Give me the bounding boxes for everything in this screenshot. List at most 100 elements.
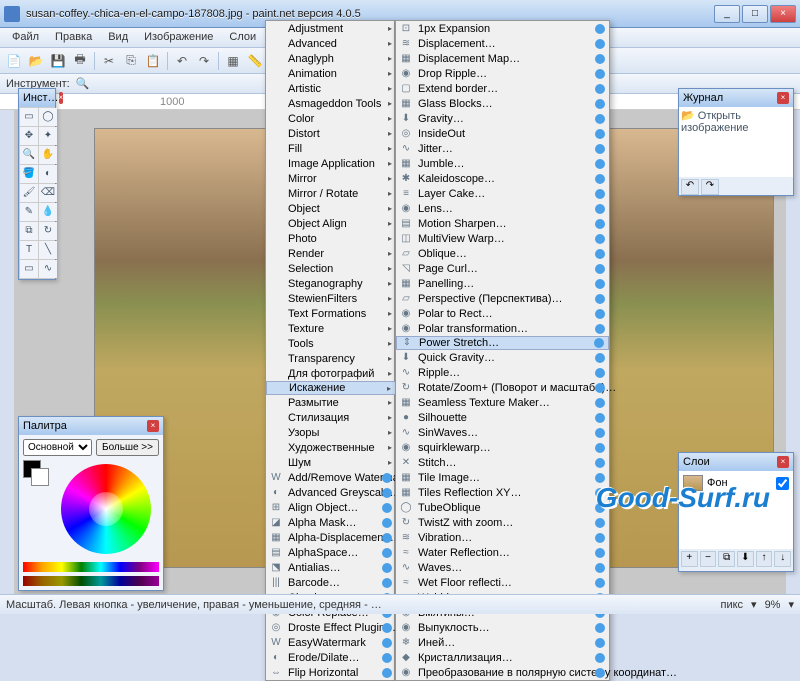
menu-item[interactable]: Стилизация▸ [266,410,396,425]
unit-label[interactable]: пикс [720,599,743,611]
menu-item[interactable]: ∿Waves… [396,560,609,575]
menu-item[interactable]: ▦Seamless Texture Maker… [396,395,609,410]
menu-item[interactable]: WAdd/Remove Watermark… [266,470,396,485]
redo-button[interactable]: ↷ [194,51,214,71]
menu-item[interactable]: ⬇Quick Gravity… [396,350,609,365]
print-button[interactable]: 🖶 [70,51,90,71]
menu-item[interactable]: Advanced▸ [266,36,396,51]
menu-item[interactable]: ▦Jumble… [396,156,609,171]
rect-select-tool[interactable]: ▭ [20,108,38,126]
menu-item[interactable]: Размытие▸ [266,395,396,410]
menu-item[interactable]: ≋Vibration… [396,530,609,545]
menu-item[interactable]: ⇔Flip Horizontal [266,665,396,680]
menu-item[interactable]: ◉squirklewarp… [396,440,609,455]
menu-item[interactable]: ◉Polar to Rect… [396,306,609,321]
minimize-button[interactable]: _ [714,5,740,23]
menu-item[interactable]: ⊡1px Expansion [396,21,609,36]
shape-tool[interactable]: ▭ [20,260,38,278]
move-tool[interactable]: ✥ [20,127,38,145]
open-button[interactable]: 📂 [26,51,46,71]
menu-item[interactable]: ◎InsideOut [396,126,609,141]
menu-item[interactable]: ⇕Power Stretch… [396,336,609,350]
text-tool[interactable]: T [20,241,38,259]
menu-item[interactable]: Animation▸ [266,66,396,81]
menu-item[interactable]: Render▸ [266,246,396,261]
menu-item[interactable]: Photo▸ [266,231,396,246]
curve-tool[interactable]: ∿ [39,260,57,278]
layer-up-button[interactable]: ↑ [756,551,773,567]
copy-button[interactable]: ⎘ [121,51,141,71]
menu-item[interactable]: ◉Lens… [396,201,609,216]
menu-item[interactable]: Художественные▸ [266,440,396,455]
clone-tool[interactable]: ⧉ [20,222,38,240]
menu-item[interactable]: ◯TubeOblique [396,500,609,515]
menu-item[interactable]: ◆Кристаллизация… [396,650,609,665]
add-layer-button[interactable]: + [681,551,698,567]
close-icon[interactable]: × [777,92,789,104]
menu-item[interactable]: StewienFilters▸ [266,291,396,306]
menu-item[interactable]: ▦Panelling… [396,276,609,291]
menu-item[interactable]: ✕Stitch… [396,455,609,470]
menu-item[interactable]: ▦Tiles Reflection XY… [396,485,609,500]
menu-item[interactable]: ▤Motion Sharpen… [396,216,609,231]
menu-item[interactable]: ▱Oblique… [396,246,609,261]
menu-item[interactable]: Asmageddon Tools▸ [266,96,396,111]
menu-item[interactable]: ◉Drop Ripple… [396,66,609,81]
layer-row[interactable]: Фон [681,473,791,493]
grid-button[interactable]: ▦ [223,51,243,71]
menu-item[interactable]: ↻TwistZ with zoom… [396,515,609,530]
menu-item[interactable]: ◫MultiView Warp… [396,231,609,246]
menu-item[interactable]: Object Align▸ [266,216,396,231]
menu-item[interactable]: ∿SinWaves… [396,425,609,440]
menu-item[interactable]: Transparency▸ [266,351,396,366]
menu-item[interactable]: Image Application▸ [266,156,396,171]
menu-item[interactable]: ●Silhouette [396,410,609,425]
zoom-tool[interactable]: 🔍 [20,146,38,164]
menu-item[interactable]: ⬔Antialias… [266,560,396,575]
duplicate-layer-button[interactable]: ⧉ [718,551,735,567]
layer-down-button[interactable]: ↓ [774,551,791,567]
menu-item[interactable]: ∿Ripple… [396,365,609,380]
menu-item[interactable]: ↻Rotate/Zoom+ (Поворот и масштаб+)… [396,380,609,395]
menu-item[interactable]: Fill▸ [266,141,396,156]
menu-view[interactable]: Вид [100,28,136,47]
menu-item[interactable]: ❄Иней… [396,635,609,650]
menu-item[interactable]: ≡Layer Cake… [396,186,609,201]
menu-item[interactable]: Text Formations▸ [266,306,396,321]
magic-wand-tool[interactable]: ✦ [39,127,57,145]
menu-item[interactable]: Artistic▸ [266,81,396,96]
pencil-tool[interactable]: ✎ [20,203,38,221]
undo-history-button[interactable]: ↶ [681,179,699,195]
cut-button[interactable]: ✂ [99,51,119,71]
menu-item[interactable]: Distort▸ [266,126,396,141]
menu-item[interactable]: Texture▸ [266,321,396,336]
menu-item[interactable]: ≈Water Reflection… [396,545,609,560]
zoom-level[interactable]: 9% [765,599,781,611]
pan-tool[interactable]: ✋ [39,146,57,164]
menu-edit[interactable]: Правка [47,28,100,47]
delete-layer-button[interactable]: − [700,551,717,567]
menu-item[interactable]: ▦Glass Blocks… [396,96,609,111]
menu-item[interactable]: ▱Perspective (Перспектива)… [396,291,609,306]
menu-item[interactable]: Adjustment▸ [266,21,396,36]
paste-button[interactable]: 📋 [143,51,163,71]
menu-item[interactable]: Selection▸ [266,261,396,276]
secondary-color-swatch[interactable] [31,468,49,486]
menu-item[interactable]: ✱Kaleidoscope… [396,171,609,186]
menu-item[interactable]: Tools▸ [266,336,396,351]
menu-item[interactable]: Anaglyph▸ [266,51,396,66]
close-button[interactable]: × [770,5,796,23]
menu-item[interactable]: ∿Jitter… [396,141,609,156]
menu-item[interactable]: ◉Polar transformation… [396,321,609,336]
menu-item[interactable]: ◐Advanced Greyscale… [266,485,396,500]
menu-item[interactable]: Color▸ [266,111,396,126]
menu-item[interactable]: ◎Droste Effect Plugin… [266,620,396,635]
menu-file[interactable]: Файл [4,28,47,47]
menu-item[interactable]: ◐Erode/Dilate… [266,650,396,665]
menu-item[interactable]: Mirror / Rotate▸ [266,186,396,201]
close-icon[interactable]: × [777,456,789,468]
close-icon[interactable]: × [59,92,64,104]
close-icon[interactable]: × [147,420,159,432]
menu-item[interactable]: ▢Extend border… [396,81,609,96]
menu-item[interactable]: ≋Displacement… [396,36,609,51]
